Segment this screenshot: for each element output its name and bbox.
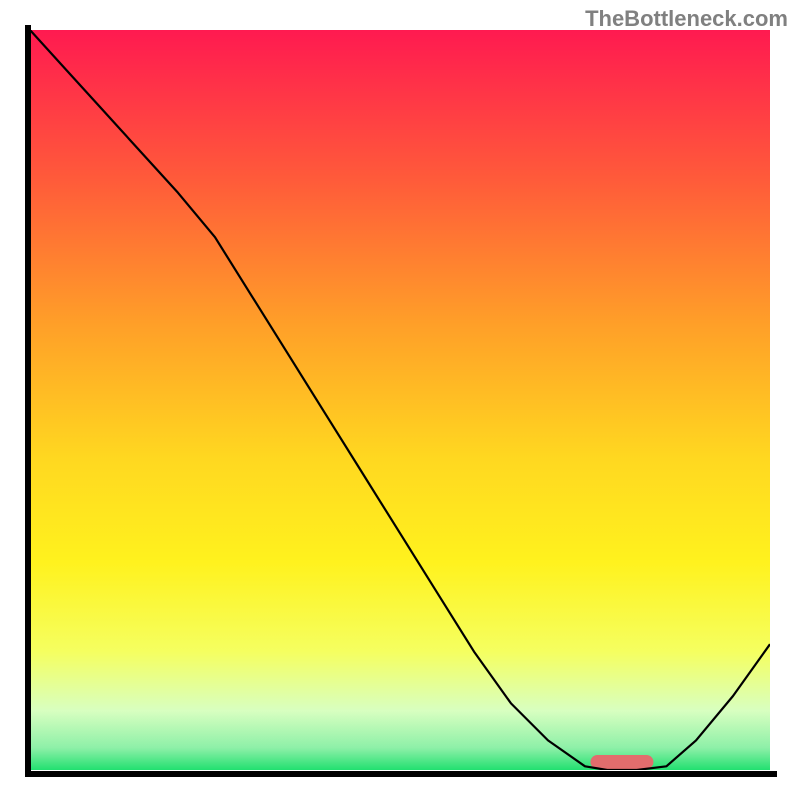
y-axis	[25, 25, 31, 777]
plot-svg	[30, 30, 770, 770]
plot-area	[30, 30, 770, 770]
minimum-marker	[591, 755, 654, 769]
watermark-label: TheBottleneck.com	[585, 6, 788, 32]
gradient-background	[30, 30, 770, 770]
bottleneck-chart: TheBottleneck.com	[0, 0, 800, 800]
x-axis	[25, 771, 777, 777]
